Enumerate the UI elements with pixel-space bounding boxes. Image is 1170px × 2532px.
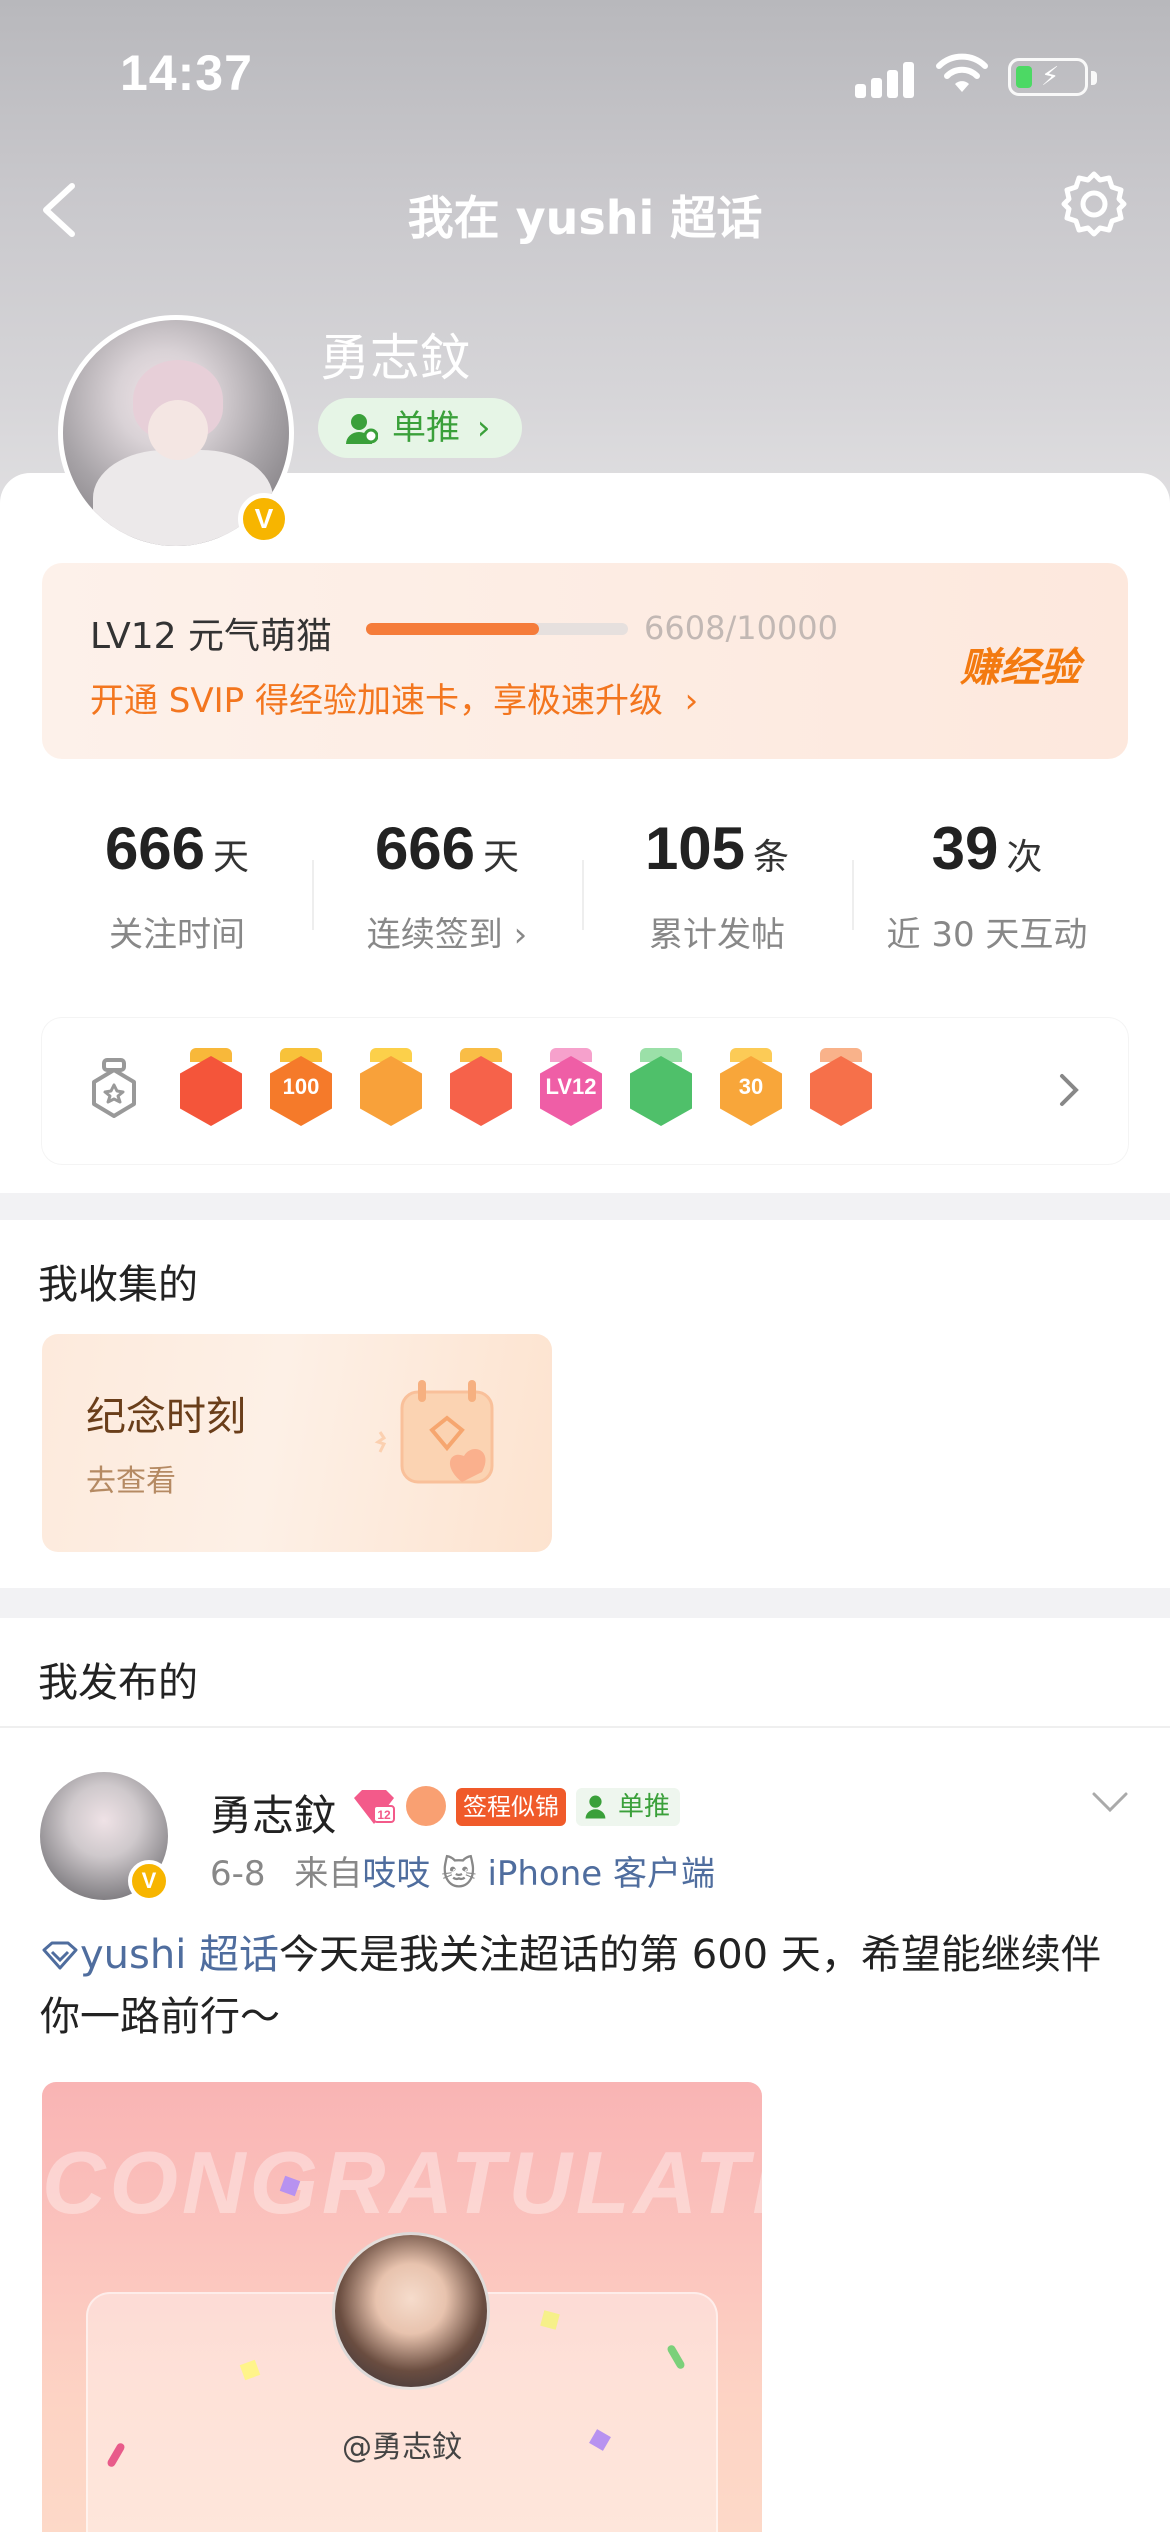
level-progress-bar: [366, 623, 628, 635]
fan-tag-button[interactable]: 单推 ›: [318, 398, 522, 458]
cellular-signal-icon: [855, 58, 915, 98]
memory-view-link: 去查看: [86, 1464, 176, 1499]
medal-icon: [92, 1058, 136, 1118]
divider: [0, 1726, 1170, 1728]
congratulate-banner: CONGRATULATE: [42, 2133, 762, 2232]
published-title: 我发布的: [38, 1660, 198, 1706]
page-title: 我在 yushi 超话: [407, 191, 763, 245]
settings-gear-icon[interactable]: [1058, 168, 1130, 240]
topic-link[interactable]: yushi 超话: [40, 1932, 279, 1978]
post-image[interactable]: CONGRATULATE @勇志鈫: [42, 2082, 762, 2532]
level-card[interactable]: LV12 元气萌猫 6608/10000 开通 SVIP 得经验加速卡，享极速升…: [42, 563, 1128, 759]
collected-title: 我收集的: [38, 1262, 198, 1308]
30-days-badge-icon: 30: [716, 1048, 786, 1132]
stat-interactions: 39 次 近 30 天互动: [886, 815, 1088, 955]
user-icon: [585, 1795, 606, 1819]
calendar-heart-icon: [374, 1380, 494, 1484]
post-tag-label: 签程似锦: [456, 1788, 566, 1826]
nav-bar: 我在 yushi 超话: [0, 160, 1170, 260]
source-prefix: 来自: [294, 1854, 363, 1894]
battery-icon: ⚡: [1008, 58, 1097, 96]
avatar[interactable]: V: [58, 315, 294, 551]
verified-badge-icon: V: [238, 493, 290, 545]
cat-emoji-icon: 🐱: [441, 1854, 477, 1894]
profile-name: 勇志鈫: [320, 329, 470, 387]
hand-badge-icon: [626, 1048, 696, 1132]
chevron-right-icon: ›: [502, 915, 528, 955]
topic-diamond-icon: [42, 1941, 78, 1970]
post-date: 6-8: [210, 1854, 266, 1894]
chevron-right-icon: ›: [673, 681, 699, 721]
level-name: LV12 元气萌猫: [90, 616, 332, 657]
stats-panel: 666 天 关注时间 666 天 连续签到 › 105 条 累计发帖 39 次 近 30…: [42, 790, 1128, 990]
status-bar: 14:37 ⚡: [0, 0, 1170, 150]
status-time: 14:37: [120, 45, 253, 101]
cat-badge-icon: [406, 1786, 446, 1826]
post-image-handle: @勇志鈫: [342, 2430, 462, 2465]
badge-row[interactable]: 100 LV12 30: [42, 1018, 1128, 1164]
cat-face-badge-icon: [446, 1048, 516, 1132]
svg-text:12: 12: [377, 1808, 391, 1822]
post-meta: 6-8 来自吱吱 🐱 iPhone 客户端: [210, 1846, 715, 1895]
stat-checkin-days[interactable]: 666 天 连续签到 ›: [312, 814, 582, 956]
user-icon: [346, 414, 378, 444]
post-author-name[interactable]: 勇志鈫: [210, 1782, 336, 1843]
memory-moment-card[interactable]: 纪念时刻 去查看: [42, 1334, 552, 1552]
diamond-level-badge-icon: 12: [354, 1790, 395, 1824]
source-client-link[interactable]: iPhone 客户端: [487, 1854, 715, 1894]
earn-exp-button[interactable]: 赚经验: [960, 635, 1080, 693]
fan-tag-label: 单推: [392, 408, 460, 448]
stat-post-count: 105 条 累计发帖: [644, 815, 790, 955]
stat-follow-days: 666 天 关注时间: [104, 815, 250, 955]
lv12-badge-icon: LV12: [536, 1048, 606, 1132]
chevron-right-icon: ›: [476, 408, 491, 448]
level-progress-text: 6608/10000: [644, 609, 839, 647]
crown-badge-icon: [356, 1048, 426, 1132]
memory-title: 纪念时刻: [86, 1394, 246, 1440]
cat-badge-icon: [176, 1048, 246, 1132]
rock-hand-badge-icon: [806, 1048, 876, 1132]
post-body: yushi 超话今天是我关注超话的第 600 天，希望能继续伴你一路前行～: [40, 1924, 1130, 2048]
chevron-right-icon[interactable]: [1054, 1068, 1084, 1112]
wifi-icon: [936, 53, 988, 92]
source-app-link[interactable]: 吱吱: [362, 1854, 430, 1894]
post-photo-avatar: [332, 2232, 490, 2390]
fan-tag-badge: 单推: [576, 1788, 680, 1826]
chevron-down-icon[interactable]: [1090, 1790, 1130, 1814]
100-days-badge-icon: 100: [266, 1048, 336, 1132]
verified-badge-icon: V: [128, 1860, 170, 1902]
svip-promo-link[interactable]: 开通 SVIP 得经验加速卡，享极速升级 ›: [90, 673, 698, 722]
